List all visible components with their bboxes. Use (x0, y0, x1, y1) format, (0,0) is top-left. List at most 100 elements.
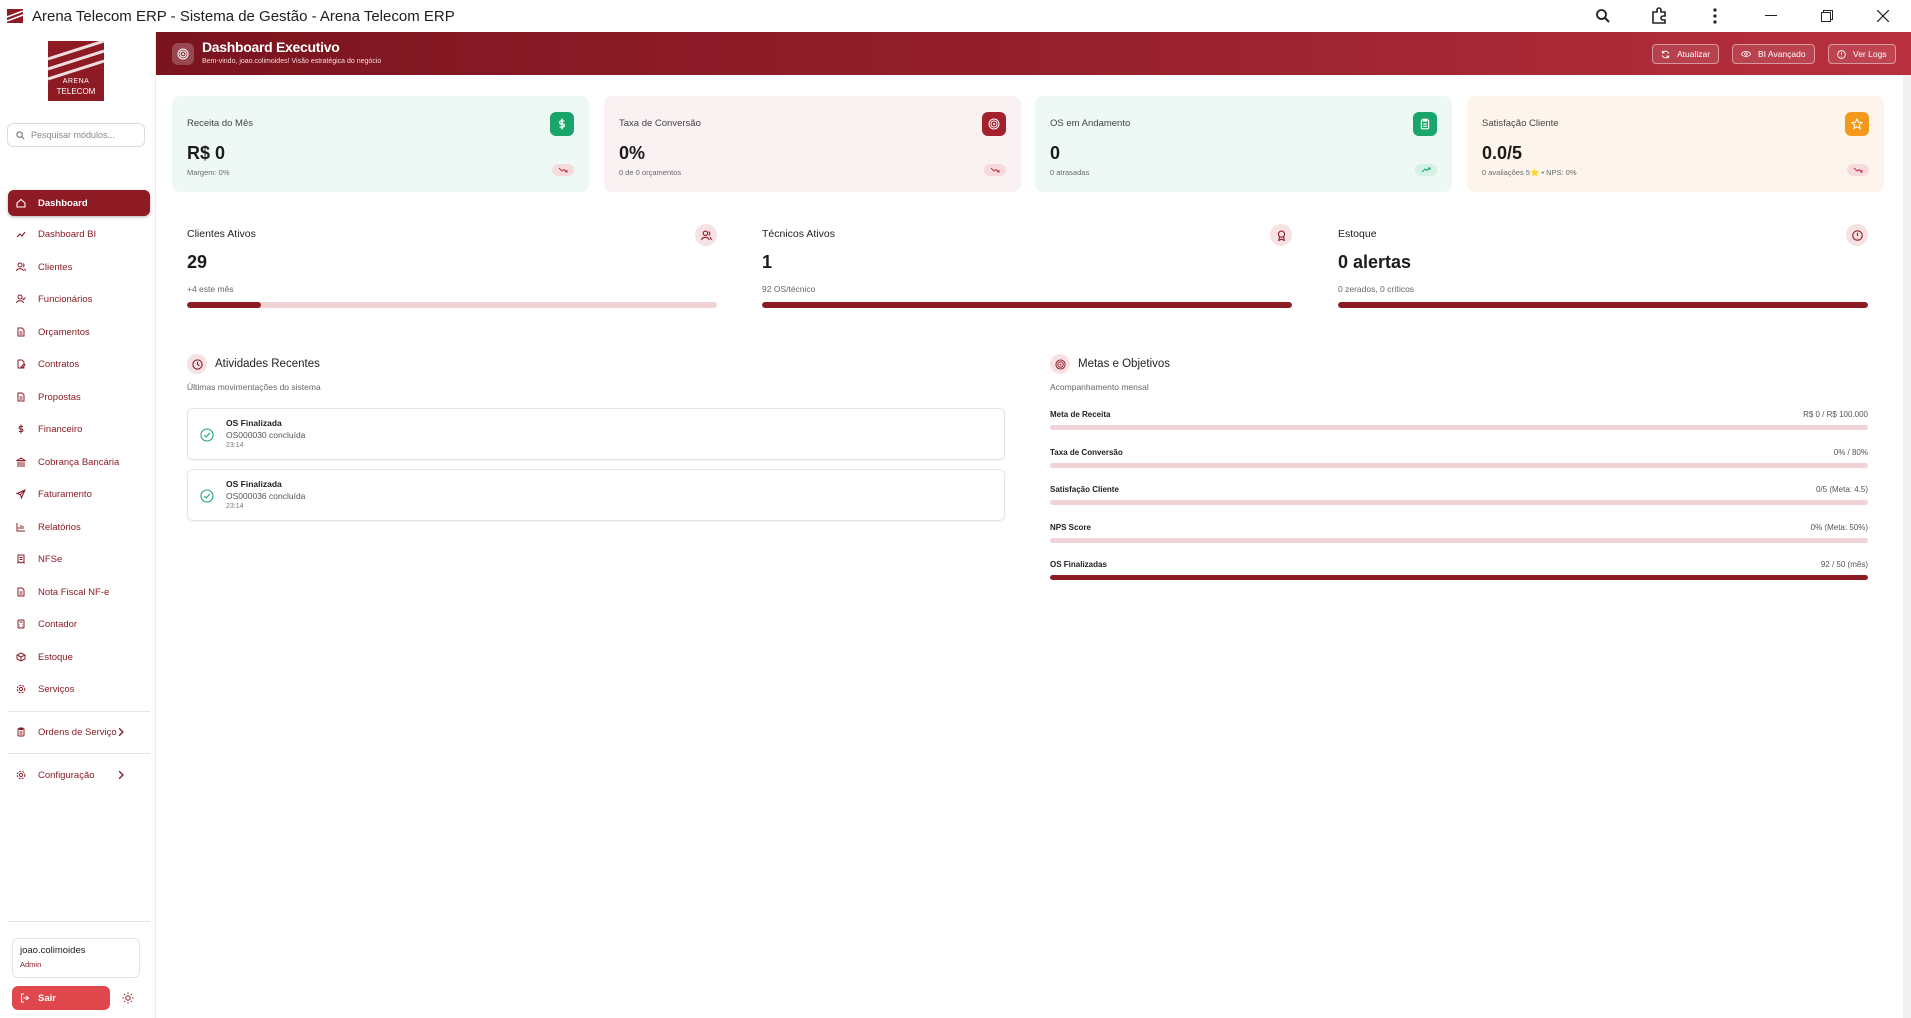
company-logo: ARENA TELECOM (48, 41, 104, 101)
page-subtitle: Bem-vindo, joao.colimoides! Visão estrat… (202, 58, 382, 65)
goal-value: 0% (Meta: 50%) (1810, 523, 1868, 532)
sidebar-item-dashboard[interactable]: Dashboard (8, 190, 150, 216)
module-search[interactable] (7, 123, 145, 147)
sidebar-item-cobranca-bancaria[interactable]: Cobrança Bancária (8, 449, 150, 475)
minimize-icon[interactable] (1743, 0, 1799, 32)
file-signature-icon (17, 359, 26, 369)
users-icon (695, 224, 717, 246)
extensions-icon[interactable] (1631, 0, 1687, 32)
stat-tecnicos-ativos: Técnicos Ativos 1 92 OS/técnico (762, 218, 1292, 308)
goal-item: Satisfação Cliente 0/5 (Meta: 4.5) (1050, 485, 1868, 515)
sidebar-group-configuracao[interactable]: Configuração (8, 762, 150, 788)
logout-button[interactable]: Sair (12, 986, 110, 1010)
user-card: joao.colimoides Admin (12, 938, 140, 978)
activity-item[interactable]: OS Finalizada OS000036 concluída 23:14 (187, 469, 1005, 521)
stat-progress-bar (187, 302, 717, 308)
activity-item[interactable]: OS Finalizada OS000030 concluída 23:14 (187, 408, 1005, 460)
goal-item: OS Finalizadas 92 / 50 (mês) (1050, 560, 1868, 590)
goal-progress-bar (1050, 463, 1868, 468)
sidebar-item-label: Contador (38, 618, 78, 630)
home-icon (16, 198, 26, 208)
activity-title: OS Finalizada (226, 418, 282, 428)
sidebar-item-label: NFSe (38, 553, 63, 565)
sidebar-item-propostas[interactable]: Propostas (8, 384, 150, 410)
sidebar-item-label: Cobrança Bancária (38, 456, 120, 468)
sidebar-item-contador[interactable]: Contador (8, 611, 150, 637)
goal-value: 0/5 (Meta: 4.5) (1815, 485, 1868, 494)
gear-icon (16, 770, 26, 780)
kpi-label: Taxa de Conversão (619, 118, 701, 129)
clipboard-icon (17, 727, 25, 737)
refresh-icon (1661, 50, 1670, 58)
goal-label: NPS Score (1050, 523, 1091, 532)
stat-value: 1 (762, 252, 773, 272)
kpi-value: R$ 0 (187, 143, 226, 163)
window-title: Arena Telecom ERP - Sistema de Gestão - … (32, 7, 455, 25)
sidebar-item-dashboard-bi[interactable]: Dashboard BI (8, 221, 150, 247)
trend-down-icon (1847, 164, 1869, 176)
kpi-sub: 0 avaliações 5⭐ • NPS: 0% (1482, 168, 1577, 177)
check-circle-icon (200, 428, 214, 442)
refresh-button[interactable]: Atualizar (1652, 44, 1720, 64)
goal-progress-fill (1050, 575, 1868, 580)
users-icon (16, 262, 26, 272)
bar-chart-icon (16, 523, 25, 532)
sidebar-item-servicos[interactable]: Serviços (8, 676, 150, 702)
kpi-value: 0 (1050, 143, 1061, 163)
view-logs-button[interactable]: Ver Logs (1828, 44, 1896, 64)
restore-icon[interactable] (1799, 0, 1855, 32)
chevron-right-icon (118, 770, 124, 780)
theme-toggle[interactable] (122, 991, 136, 1005)
goal-label: Satisfação Cliente (1050, 485, 1119, 494)
sidebar-group-ordens-servico[interactable]: Ordens de Serviço (8, 719, 150, 745)
goal-label: OS Finalizadas (1050, 560, 1107, 569)
goal-progress-bar (1050, 500, 1868, 505)
goal-value: R$ 0 / R$ 100.000 (1803, 410, 1868, 419)
page-title: Dashboard Executivo (202, 39, 340, 55)
file-text-icon (17, 327, 25, 337)
search-input[interactable] (31, 130, 141, 140)
sidebar-item-contratos[interactable]: Contratos (8, 351, 150, 377)
bi-advanced-button[interactable]: BI Avançado (1732, 44, 1815, 64)
sidebar-item-faturamento[interactable]: Faturamento (8, 481, 150, 507)
sidebar-item-nota-fiscal[interactable]: Nota Fiscal NF-e (8, 579, 150, 605)
sidebar-item-label: Serviços (38, 683, 75, 695)
sidebar-item-label: Configuração (38, 769, 95, 781)
clipboard-icon (1413, 112, 1437, 136)
target-icon (1050, 354, 1070, 374)
nav-divider (8, 711, 150, 712)
kpi-card-conversao: Taxa de Conversão 0% 0 de 0 orçamentos (604, 96, 1021, 192)
sidebar-item-orcamentos[interactable]: Orçamentos (8, 319, 150, 345)
more-options-icon[interactable] (1687, 0, 1743, 32)
sidebar-item-label: Funcionários (38, 293, 93, 305)
clock-icon (187, 354, 207, 374)
stat-clientes-ativos: Clientes Ativos 29 +4 este mês (187, 218, 717, 308)
sidebar-item-clientes[interactable]: Clientes (8, 254, 150, 280)
logout-icon (20, 993, 30, 1003)
stat-progress-bar (762, 302, 1292, 308)
stat-progress-fill (1338, 302, 1868, 308)
check-circle-icon (200, 489, 214, 503)
goals-title: Metas e Objetivos (1050, 354, 1170, 374)
close-icon[interactable] (1855, 0, 1911, 32)
zoom-icon[interactable] (1575, 0, 1631, 32)
kpi-label: OS em Andamento (1050, 118, 1131, 129)
alert-circle-icon (1837, 49, 1846, 59)
page-scrollbar[interactable] (1903, 75, 1911, 1018)
sidebar-item-funcionarios[interactable]: Funcionários (8, 286, 150, 312)
activity-time: 23:14 (226, 503, 244, 510)
goal-progress-bar (1050, 575, 1868, 580)
award-icon (1270, 224, 1292, 246)
send-icon (16, 489, 26, 499)
goal-item: NPS Score 0% (Meta: 50%) (1050, 523, 1868, 553)
activities-title-text: Atividades Recentes (215, 358, 320, 370)
sidebar-item-estoque[interactable]: Estoque (8, 644, 150, 670)
activity-description: OS000036 concluída (226, 491, 306, 501)
sidebar-item-nfse[interactable]: NFSe (8, 546, 150, 572)
kpi-card-receita: Receita do Mês R$ 0 Margem: 0% (172, 96, 589, 192)
kpi-label: Receita do Mês (187, 118, 254, 129)
logout-label: Sair (38, 992, 56, 1004)
sidebar-item-relatorios[interactable]: Relatórios (8, 514, 150, 540)
goal-label: Meta de Receita (1050, 410, 1111, 419)
sidebar-item-financeiro[interactable]: Financeiro (8, 416, 150, 442)
